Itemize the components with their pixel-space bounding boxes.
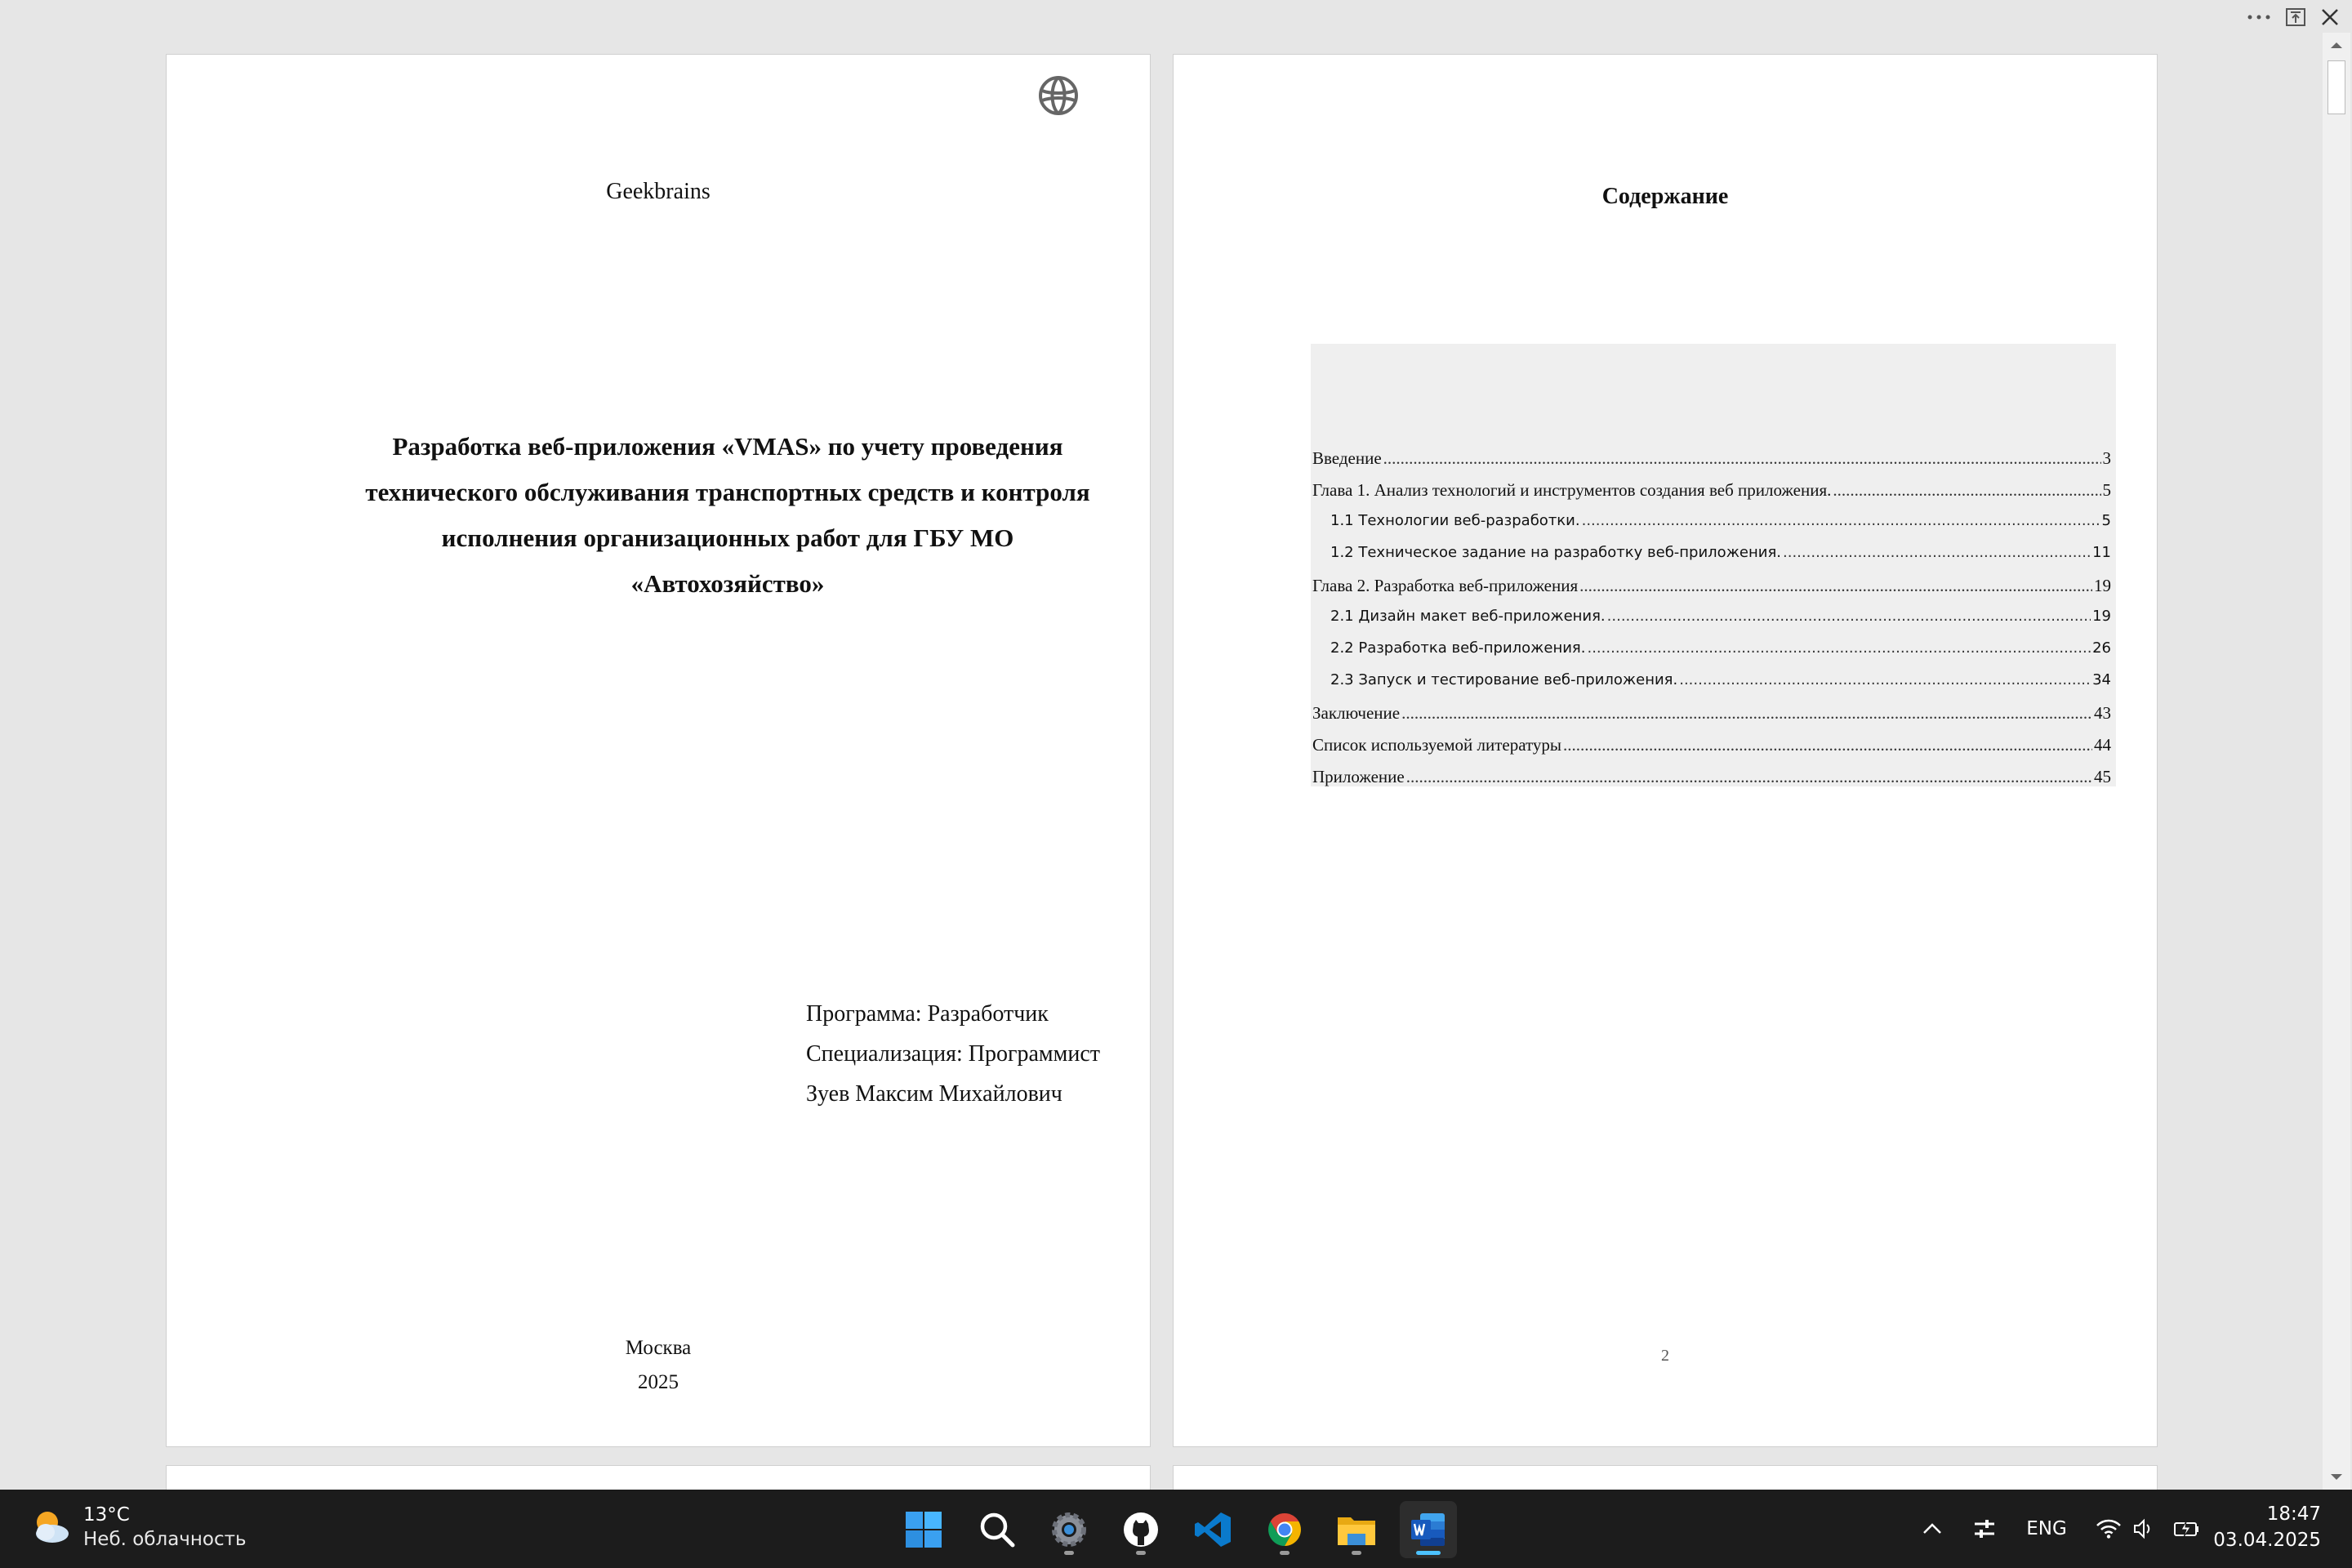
scrollbar-thumb[interactable] (2328, 60, 2345, 114)
specialization-line: Специализация: Программист (806, 1041, 1101, 1067)
document-page-1[interactable]: Geekbrains Разработка веб-приложения «VM… (166, 54, 1151, 1447)
toc-entry[interactable]: Введение3 (1312, 448, 2116, 480)
toc-entry[interactable]: Список используемой литературы44 (1312, 735, 2116, 767)
speaker-icon (2134, 1518, 2150, 1539)
word-icon (1411, 1513, 1445, 1546)
partly-cloudy-icon (36, 1512, 69, 1543)
toc-entry[interactable]: 1.1 Технологии веб-разработки.5 (1312, 512, 2116, 544)
scroll-up-button[interactable] (2323, 33, 2350, 57)
program-line: Программа: Разработчик (806, 1001, 1049, 1027)
running-indicator (1136, 1551, 1146, 1555)
document-page-2[interactable]: Содержание Введение3 Глава 1. Анализ тех… (1173, 54, 2158, 1447)
arrow-up-icon (2331, 42, 2342, 48)
wifi-icon (2096, 1519, 2121, 1539)
toc-entry[interactable]: 1.2 Техническое задание на разработку ве… (1312, 544, 2116, 576)
scroll-down-button[interactable] (2323, 1465, 2350, 1490)
arrow-down-icon (2331, 1474, 2342, 1480)
toc-entry[interactable]: 2.2 Разработка веб-приложения.26 (1312, 639, 2116, 671)
chrome-icon (1268, 1513, 1301, 1546)
weather-temperature: 13°C (83, 1504, 130, 1526)
close-button[interactable] (2318, 5, 2342, 29)
toc-entry[interactable]: Заключение43 (1312, 703, 2116, 735)
city: Москва (625, 1337, 692, 1359)
vertical-scrollbar[interactable] (2323, 33, 2350, 1490)
start-button[interactable] (895, 1501, 952, 1558)
active-indicator (1416, 1551, 1441, 1555)
toc-heading: Содержание (1601, 184, 1729, 209)
tray-app-button[interactable] (1968, 1509, 2001, 1548)
author-info-block: Программа: Разработчик Специализация: Пр… (806, 994, 1100, 1114)
toc-entry[interactable]: 2.3 Запуск и тестирование веб-приложения… (1312, 671, 2116, 703)
taskbar: 13°C Неб. облачность ENG 18:47 03.04.202… (0, 1490, 2352, 1568)
language-indicator[interactable]: ENG (2019, 1509, 2074, 1548)
chevron-up-icon (1923, 1523, 1941, 1534)
organization-name: Geekbrains (606, 179, 710, 204)
running-indicator (1064, 1551, 1074, 1555)
close-icon (2322, 9, 2338, 25)
running-indicator (1352, 1551, 1361, 1555)
show-hidden-icons-button[interactable] (1916, 1509, 1949, 1548)
restore-icon (2286, 8, 2305, 26)
battery-status[interactable] (2169, 1509, 2205, 1548)
wifi-status[interactable] (2091, 1509, 2127, 1548)
restore-button[interactable] (2283, 5, 2308, 29)
clock-time: 18:47 (2266, 1503, 2321, 1525)
battery-charging-icon (2174, 1521, 2198, 1538)
author-name: Зуев Максим Михайлович (806, 1081, 1062, 1107)
file-explorer-app[interactable] (1328, 1501, 1385, 1558)
volume-control[interactable] (2128, 1509, 2159, 1548)
settings-app[interactable] (1040, 1501, 1098, 1558)
file-explorer-icon (1338, 1517, 1375, 1545)
table-of-contents[interactable]: Введение3 Глава 1. Анализ технологий и и… (1311, 344, 2116, 786)
brain-logo-icon (1039, 76, 1078, 115)
vscode-icon (1195, 1512, 1231, 1547)
year: 2025 (638, 1371, 679, 1393)
thesis-title: Разработка веб-приложения «VMAS» по учет… (365, 432, 1090, 598)
toc-entry[interactable]: Глава 2. Разработка веб-приложения19 (1312, 576, 2116, 608)
toc-entry[interactable]: Глава 1. Анализ технологий и инструменто… (1312, 480, 2116, 512)
toc-entry[interactable]: 2.1 Дизайн макет веб-приложения.19 (1312, 608, 2116, 639)
toc-entry[interactable]: Приложение45 (1312, 767, 2116, 799)
search-icon (980, 1512, 1015, 1548)
more-options-button[interactable] (2244, 5, 2274, 29)
search-button[interactable] (969, 1501, 1026, 1558)
start-icon (906, 1512, 942, 1548)
settings-icon (1052, 1512, 1086, 1547)
vscode-app[interactable] (1184, 1501, 1241, 1558)
github-icon (1124, 1512, 1158, 1547)
weather-widget[interactable]: 13°C Неб. облачность (29, 1503, 247, 1552)
sliders-icon (1975, 1520, 1994, 1538)
weather-condition: Неб. облачность (83, 1529, 247, 1550)
clock-date: 03.04.2025 (2213, 1530, 2321, 1551)
word-app[interactable] (1400, 1501, 1457, 1558)
clock[interactable]: 18:47 03.04.2025 (2213, 1501, 2321, 1553)
chrome-app[interactable] (1256, 1501, 1313, 1558)
more-dots-icon (2247, 15, 2270, 20)
page-number: 2 (1661, 1347, 1669, 1365)
github-app[interactable] (1112, 1501, 1169, 1558)
running-indicator (1280, 1551, 1290, 1555)
